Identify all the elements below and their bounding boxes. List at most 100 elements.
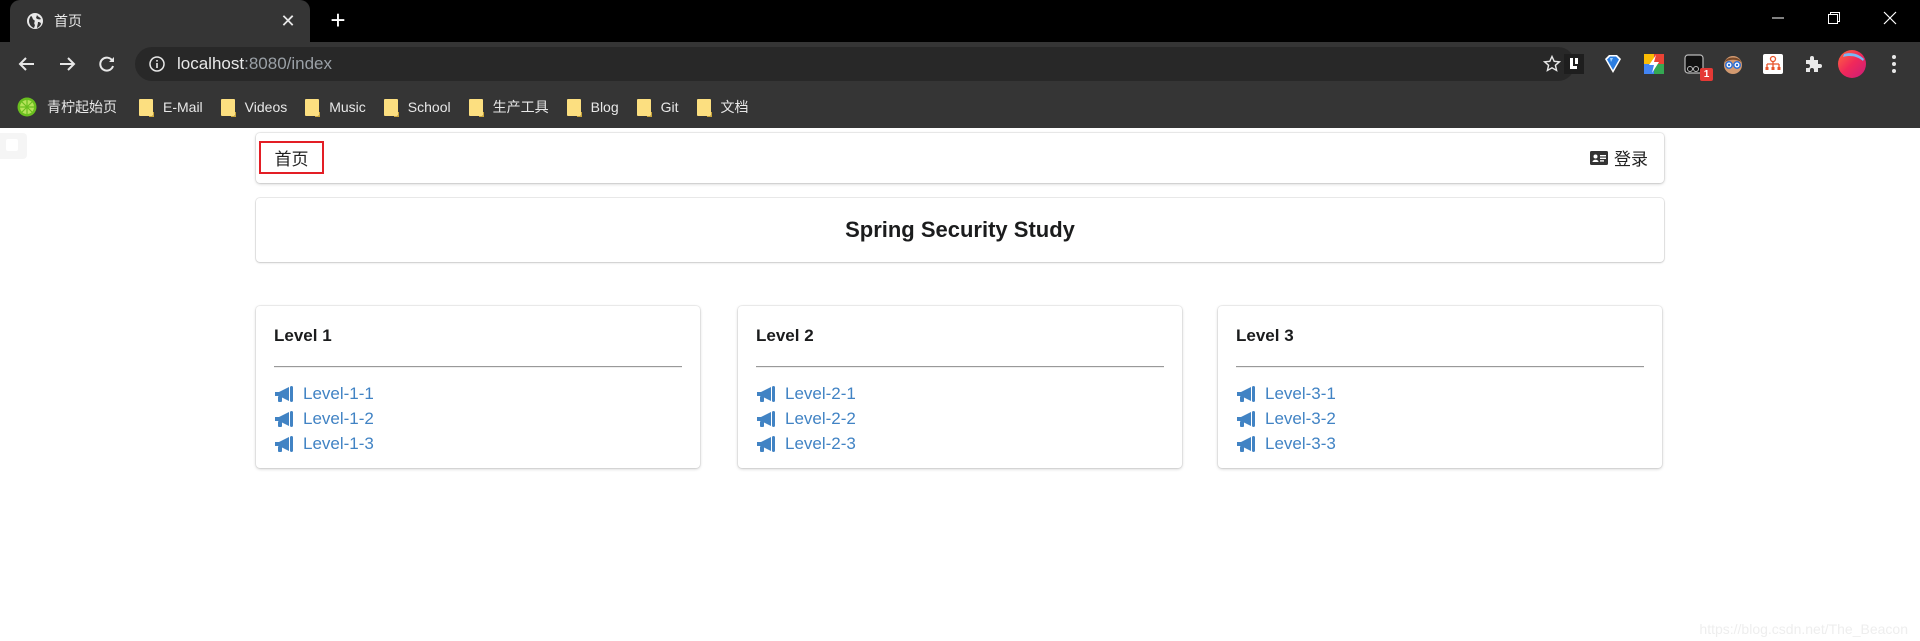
menu-kebab-icon: [1892, 55, 1896, 73]
bookmark-folder[interactable]: Git: [636, 93, 679, 121]
extensions-puzzle-icon[interactable]: [1802, 53, 1824, 75]
site-info-icon[interactable]: [149, 56, 165, 72]
page-title: Spring Security Study: [845, 217, 1075, 242]
card-title: Level 2: [756, 326, 814, 345]
extension-l-icon[interactable]: [1563, 53, 1585, 75]
url-path: :8080/index: [244, 54, 333, 73]
folder-icon: [305, 98, 321, 117]
card-divider: [1236, 366, 1644, 368]
bookmark-folder[interactable]: 文档: [696, 93, 749, 121]
url-host: localhost: [177, 54, 245, 73]
extension-sitemap-icon[interactable]: [1762, 53, 1784, 75]
minimize-icon: [1772, 17, 1784, 19]
watermark: https://blog.csdn.net/The_Beacon: [1699, 621, 1908, 637]
folder-icon: [468, 98, 484, 117]
level-card: Level 3 Level-3-1 Level-3-2 Level-3-3: [1218, 306, 1662, 468]
card-title: Level 3: [1236, 326, 1294, 345]
extension-badge: 1: [1700, 68, 1713, 81]
folder-icon: [696, 98, 712, 117]
window-close-button[interactable]: [1862, 0, 1918, 36]
window-restore-button[interactable]: [1806, 0, 1862, 36]
close-icon: [1883, 11, 1897, 25]
bookmark-label: 生产工具: [492, 99, 549, 115]
globe-icon: [27, 13, 43, 29]
bookmark-label: Videos: [244, 99, 288, 115]
link-label: Level-2-3: [785, 433, 856, 453]
level-link[interactable]: Level-1-3: [274, 431, 682, 456]
lime-icon: [17, 97, 37, 117]
login-button[interactable]: 登录: [1590, 145, 1648, 170]
top-menu: 首页 登录: [256, 133, 1664, 183]
level-card: Level 1 Level-1-1 Level-1-2 Level-1-3: [256, 306, 700, 468]
card-divider: [274, 366, 682, 368]
login-label: 登录: [1614, 150, 1648, 169]
sitemap-icon: [1763, 54, 1783, 74]
bookmark-folder[interactable]: School: [383, 93, 451, 121]
browser-toolbar: localhost:8080/index 1: [0, 42, 1920, 86]
browser-tab-active[interactable]: 首页 ✕: [10, 0, 310, 42]
bookmark-folder[interactable]: E-Mail: [139, 93, 203, 121]
arrow-left-icon: [18, 57, 34, 71]
level-link[interactable]: Level-3-3: [1236, 431, 1644, 456]
arrow-right-icon: [60, 57, 76, 71]
bookmark-folder[interactable]: Blog: [566, 93, 619, 121]
folder-icon: [566, 98, 582, 117]
window-minimize-button[interactable]: [1750, 0, 1806, 36]
bookmark-label: 文档: [720, 99, 749, 115]
browser-title-bar: 首页 ✕ +: [0, 0, 1920, 42]
level-link[interactable]: Level-3-1: [1236, 381, 1644, 406]
address-bar[interactable]: localhost:8080/index: [135, 47, 1575, 81]
extension-nerd-face-icon[interactable]: [1722, 53, 1744, 75]
extension-glasses-camera-icon[interactable]: 1: [1683, 53, 1713, 81]
back-button[interactable]: [13, 50, 41, 78]
bookmark-label: E-Mail: [163, 99, 203, 115]
level-link[interactable]: Level-1-2: [274, 406, 682, 431]
level-link[interactable]: Level-2-2: [756, 406, 1164, 431]
bullhorn-icon: [1237, 410, 1255, 427]
folder-icon: [220, 98, 236, 117]
folder-icon: [636, 98, 652, 117]
bookmark-label: Blog: [590, 99, 619, 115]
bookmark-folder[interactable]: Videos: [220, 93, 288, 121]
puzzle-icon: [1806, 56, 1822, 72]
profile-avatar-image: [1838, 50, 1866, 78]
link-label: Level-1-1: [303, 383, 374, 403]
bookmark-folder[interactable]: Music: [305, 93, 366, 121]
diamond-icon: [1605, 55, 1621, 73]
tab-title: 首页: [54, 13, 82, 29]
bullhorn-icon: [757, 410, 775, 427]
bookmark-item[interactable]: 青柠起始页: [17, 93, 117, 121]
level-link[interactable]: Level-2-1: [756, 381, 1164, 406]
card-divider: [756, 366, 1164, 368]
link-label: Level-2-1: [785, 383, 856, 403]
bullhorn-icon: [1237, 435, 1255, 452]
bullhorn-icon: [275, 435, 293, 452]
side-handle[interactable]: [0, 133, 27, 159]
extension-diamond-icon[interactable]: [1602, 53, 1624, 75]
link-label: Level-1-3: [303, 433, 374, 453]
extension-bolt-icon[interactable]: [1643, 53, 1665, 75]
bookmark-star-icon[interactable]: [1543, 55, 1561, 73]
link-label: Level-3-1: [1265, 383, 1336, 403]
level-link[interactable]: Level-3-2: [1236, 406, 1644, 431]
bookmark-label: 青柠起始页: [47, 99, 117, 115]
restore-icon: [1828, 12, 1840, 24]
level-link[interactable]: Level-1-1: [274, 381, 682, 406]
bullhorn-icon: [1237, 385, 1255, 402]
folder-icon: [139, 98, 154, 117]
title-segment: Spring Security Study: [256, 198, 1664, 262]
new-tab-button[interactable]: +: [325, 7, 351, 34]
level-link[interactable]: Level-2-3: [756, 431, 1164, 456]
bullhorn-icon: [757, 435, 775, 452]
browser-menu-button[interactable]: [1883, 53, 1905, 75]
forward-button[interactable]: [53, 50, 81, 78]
bookmark-label: Music: [329, 99, 366, 115]
bookmark-label: School: [407, 99, 451, 115]
menu-item-home[interactable]: 首页: [259, 141, 324, 174]
profile-avatar[interactable]: [1838, 50, 1866, 78]
bookmark-folder[interactable]: 生产工具: [468, 93, 549, 121]
reload-icon: [99, 56, 114, 72]
address-url[interactable]: localhost:8080/index: [177, 54, 332, 74]
reload-button[interactable]: [93, 50, 121, 78]
tab-close-button[interactable]: ✕: [278, 11, 298, 32]
